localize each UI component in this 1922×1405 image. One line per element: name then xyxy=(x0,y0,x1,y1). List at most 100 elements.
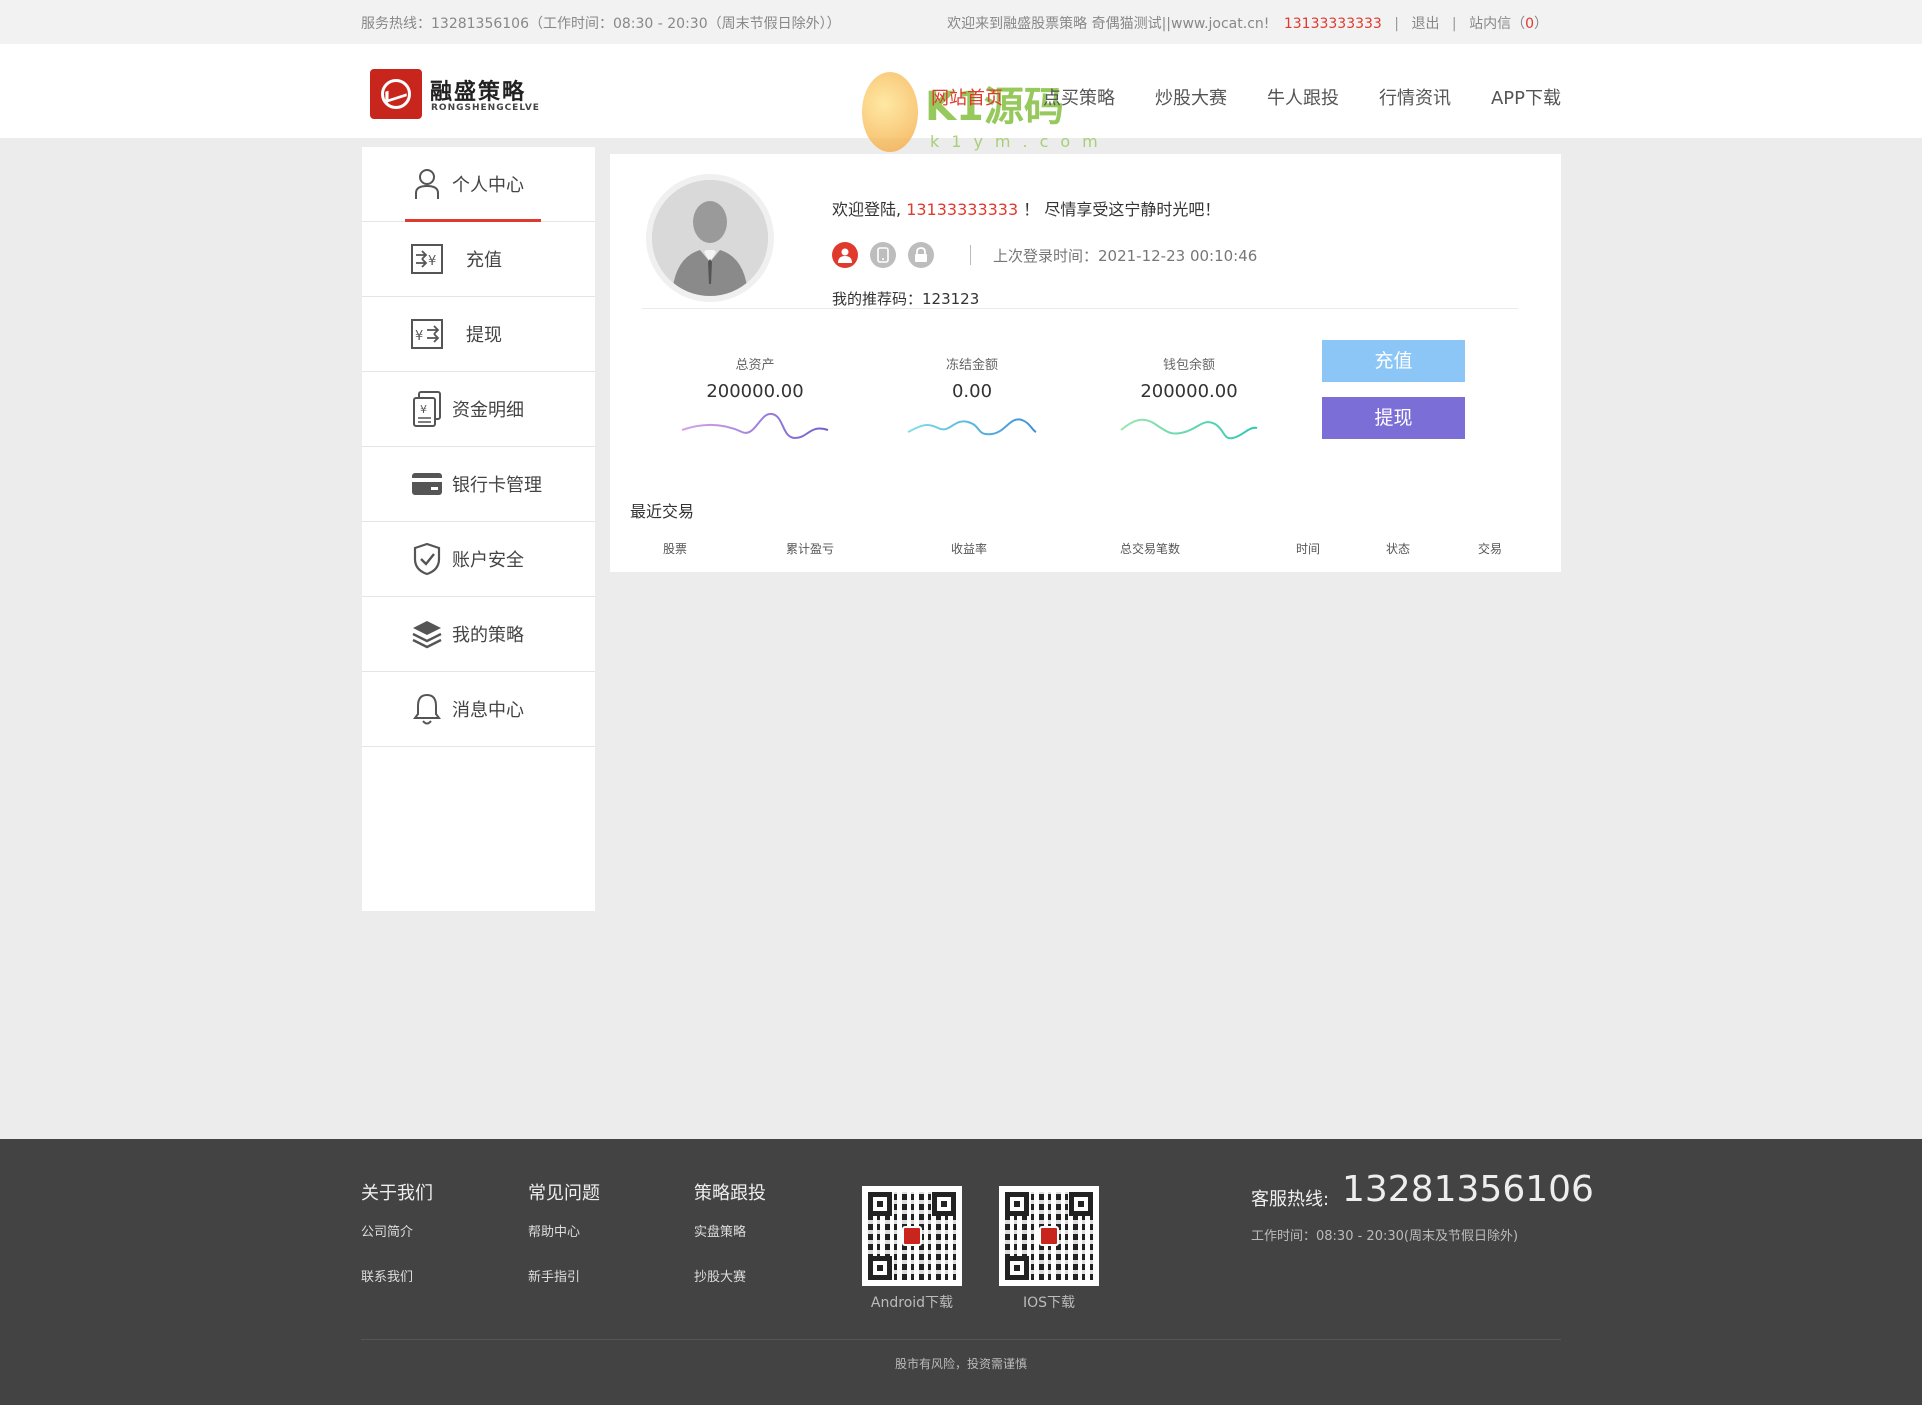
ios-qr-code-icon xyxy=(999,1186,1099,1286)
android-qr-code-icon xyxy=(862,1186,962,1286)
wave-decoration-icon xyxy=(681,412,829,440)
footer-col-faq: 常见问题 帮助中心 新手指引 xyxy=(528,1179,600,1285)
sidebar-item-label: 提现 xyxy=(466,325,502,346)
sidebar-item-label: 充值 xyxy=(466,250,502,271)
column-header: 交易 xyxy=(1477,542,1503,556)
nav-app-download[interactable]: APP下载 xyxy=(1491,84,1561,110)
divider xyxy=(361,1339,1561,1340)
brand-name: 融盛策略 xyxy=(430,80,527,105)
recharge-icon: ¥ xyxy=(410,242,444,276)
brand-subtitle: RONGSHENGCELVE xyxy=(431,103,540,113)
divider xyxy=(970,245,971,265)
welcome-prefix: 欢迎登陆, xyxy=(832,200,902,219)
main-nav: 网站首页 点买策略 炒股大赛 牛人跟投 行情资讯 APP下载 xyxy=(931,84,1561,110)
sidebar-item-withdraw[interactable]: ¥ 提现 xyxy=(362,297,595,372)
stat-total-assets: 总资产 200000.00 xyxy=(675,354,835,444)
nav-home[interactable]: 网站首页 xyxy=(931,84,1003,110)
stat-value: 200000.00 xyxy=(1140,381,1238,402)
top-info-bar: 服务热线：13281356106（工作时间：08:30 - 20:30（周末节假… xyxy=(0,0,1922,44)
inbox-label-end: ） xyxy=(1534,16,1548,32)
stat-label: 冻结金额 xyxy=(945,358,998,373)
sidebar-item-message-center[interactable]: 消息中心 xyxy=(362,672,595,747)
footer-link[interactable]: 实盘策略 xyxy=(694,1221,766,1240)
footer-col-strategy: 策略跟投 实盘策略 抄股大赛 xyxy=(694,1179,766,1285)
nav-buy-strategy[interactable]: 点买策略 xyxy=(1043,84,1115,110)
nav-market-news[interactable]: 行情资讯 xyxy=(1379,84,1451,110)
sidebar-item-recharge[interactable]: ¥ 充值 xyxy=(362,222,595,297)
sidebar-item-label: 我的策略 xyxy=(452,625,524,646)
android-download-label[interactable]: Android下载 xyxy=(862,1292,962,1312)
column-header: 时间 xyxy=(1295,542,1321,556)
stat-wallet-balance: 钱包余额 200000.00 xyxy=(1109,354,1269,444)
withdraw-button[interactable]: 提现 xyxy=(1322,397,1465,439)
nav-follow[interactable]: 牛人跟投 xyxy=(1267,84,1339,110)
footer-hotline-number: 13281356106 xyxy=(1342,1169,1594,1210)
stat-value: 200000.00 xyxy=(706,381,804,402)
footer-link[interactable]: 新手指引 xyxy=(528,1266,600,1285)
inbox-label: 站内信（ xyxy=(1469,16,1526,32)
recharge-button[interactable]: 充值 xyxy=(1322,340,1465,382)
footer-link[interactable]: 公司简介 xyxy=(361,1221,433,1240)
wave-decoration-icon xyxy=(907,418,1037,436)
top-right-links: 欢迎来到融盛股票策略 奇偶猫测试||www.jocat.cn! 13133333… xyxy=(947,13,1548,33)
ios-download-label[interactable]: IOS下载 xyxy=(999,1292,1099,1312)
footer-link[interactable]: 抄股大赛 xyxy=(694,1266,766,1285)
stat-label: 钱包余额 xyxy=(1162,358,1215,373)
separator: | xyxy=(1394,16,1399,32)
recent-trades-title: 最近交易 xyxy=(630,502,695,521)
sidebar-item-my-strategy[interactable]: 我的策略 xyxy=(362,597,595,672)
sidebar-item-label: 消息中心 xyxy=(452,700,524,721)
sidebar-item-label: 资金明细 xyxy=(452,400,524,421)
column-header: 状态 xyxy=(1385,542,1411,556)
risk-warning: 股市有风险，投资需谨慎 xyxy=(894,1357,1027,1371)
phone-bind-icon[interactable] xyxy=(870,242,896,268)
bank-card-icon xyxy=(410,467,444,501)
welcome-text: 欢迎来到融盛股票策略 奇偶猫测试||www.jocat.cn! xyxy=(947,16,1270,32)
user-phone-link[interactable]: 13133333333 xyxy=(1284,16,1382,32)
footer-link[interactable]: 联系我们 xyxy=(361,1266,433,1285)
footer-working-hours: 工作时间：08:30 - 20:30(周末及节假日除外) xyxy=(1251,1229,1519,1244)
sidebar-item-personal-center[interactable]: 个人中心 xyxy=(362,147,595,222)
stat-frozen-amount: 冻结金额 0.00 xyxy=(892,354,1052,444)
password-lock-icon[interactable] xyxy=(908,242,934,268)
avatar-silhouette-icon xyxy=(652,180,768,296)
logout-link[interactable]: 退出 xyxy=(1411,16,1439,32)
last-login-time: 上次登录时间：2021-12-23 00:10:46 xyxy=(993,246,1258,265)
sidebar-item-label: 银行卡管理 xyxy=(452,475,542,496)
footer-link[interactable]: 帮助中心 xyxy=(528,1221,600,1240)
sidebar-item-label: 个人中心 xyxy=(452,175,524,196)
column-header: 总交易笔数 xyxy=(1119,542,1181,556)
welcome-phone: 13133333333 xyxy=(906,200,1019,219)
site-header: 融盛策略 RONGSHENGCELVE K1源码 k1ym.com 网站首页 点… xyxy=(0,44,1922,152)
divider xyxy=(642,308,1518,309)
column-header: 股票 xyxy=(662,542,688,556)
service-hotline: 服务热线：13281356106（工作时间：08:30 - 20:30（周末节假… xyxy=(361,16,841,32)
verification-status-row: 上次登录时间：2021-12-23 00:10:46 xyxy=(832,242,1257,268)
bell-icon xyxy=(410,692,444,726)
withdraw-icon: ¥ xyxy=(410,317,444,351)
welcome-suffix: ！ 尽情享受这宁静时光吧！ xyxy=(1023,200,1221,219)
inbox-link[interactable]: 站内信（0） xyxy=(1469,16,1548,32)
svg-text:¥: ¥ xyxy=(420,403,427,416)
wave-decoration-icon xyxy=(1120,418,1258,440)
separator: | xyxy=(1451,16,1457,32)
stat-label: 总资产 xyxy=(735,358,775,373)
inbox-count: 0 xyxy=(1525,16,1534,32)
shield-icon xyxy=(410,542,444,576)
watermark-subtext: k1ym.com xyxy=(930,132,1110,151)
welcome-message: 欢迎登陆, 13133333333 ！ 尽情享受这宁静时光吧！ xyxy=(832,196,1220,220)
account-sidebar: 个人中心 ¥ 充值 ¥ 提现 ¥ 资金明细 银行卡管理 账户安全 我的策略 消息… xyxy=(362,147,595,911)
footer-col-title: 关于我们 xyxy=(361,1183,433,1204)
identity-verified-icon[interactable] xyxy=(832,242,858,268)
column-header: 累计盈亏 xyxy=(785,542,835,556)
stat-value: 0.00 xyxy=(951,381,993,402)
sidebar-item-account-security[interactable]: 账户安全 xyxy=(362,522,595,597)
sidebar-item-fund-detail[interactable]: ¥ 资金明细 xyxy=(362,372,595,447)
footer-col-title: 常见问题 xyxy=(528,1183,600,1204)
brand-logo-icon[interactable] xyxy=(370,69,422,119)
footer-hotline-label: 客服热线: xyxy=(1251,1189,1330,1210)
avatar[interactable] xyxy=(646,174,774,302)
watermark-logo-icon xyxy=(862,72,918,152)
sidebar-item-bank-card[interactable]: 银行卡管理 xyxy=(362,447,595,522)
nav-contest[interactable]: 炒股大赛 xyxy=(1155,84,1227,110)
